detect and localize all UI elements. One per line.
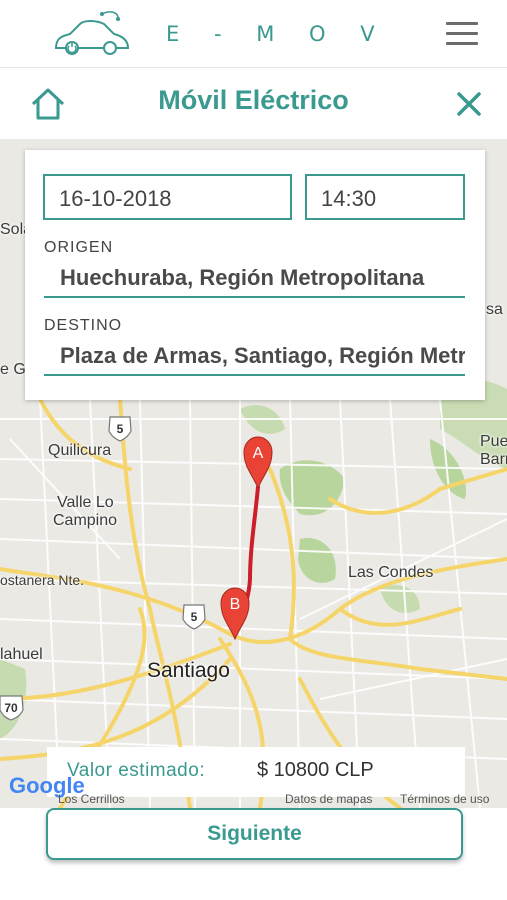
- destination-input[interactable]: Plaza de Armas, Santiago, Región Metropo…: [44, 336, 465, 376]
- map-attribution-data[interactable]: Datos de mapas: [285, 792, 372, 806]
- map-label: ostanera Nte.: [0, 572, 85, 588]
- origin-input[interactable]: Huechuraba, Región Metropolitana: [44, 258, 465, 298]
- page-title: Móvil Eléctrico: [158, 85, 349, 115]
- map-label: Quilicura: [48, 442, 112, 459]
- brand-name: E - M O V: [166, 22, 389, 46]
- destination-label: DESTINO: [44, 317, 123, 334]
- trip-form: 16-10-2018 14:30 ORIGEN Huechuraba, Regi…: [25, 150, 485, 400]
- map-label: e G: [0, 361, 26, 378]
- estimate-label: Valor estimado:: [67, 760, 206, 781]
- close-icon[interactable]: [452, 87, 486, 121]
- estimate-bar: Valor estimado: $ 10800 CLP: [47, 747, 465, 797]
- electric-car-icon: [54, 11, 130, 55]
- svg-text:5: 5: [117, 422, 124, 436]
- map-attribution-terms[interactable]: Términos de uso: [400, 792, 489, 806]
- map-label: sa: [486, 301, 503, 318]
- origin-label: ORIGEN: [44, 239, 114, 256]
- svg-text:5: 5: [191, 610, 198, 624]
- map-label-city: Santiago: [147, 659, 230, 682]
- hamburger-menu-icon[interactable]: [446, 22, 480, 48]
- map-label: lahuel: [0, 646, 43, 663]
- map-label: Valle Lo: [57, 494, 114, 511]
- svg-text:A: A: [253, 445, 264, 462]
- svg-text:70: 70: [4, 701, 18, 715]
- map-attribution-place: Los Cerrillos: [58, 792, 125, 806]
- time-input[interactable]: 14:30: [305, 174, 465, 220]
- title-bar: Móvil Eléctrico: [0, 69, 507, 139]
- svg-text:B: B: [230, 596, 241, 613]
- estimate-value: $ 10800 CLP: [257, 759, 374, 781]
- map-label: Barr: [480, 451, 507, 468]
- map-label: Campino: [53, 512, 118, 529]
- next-button[interactable]: Siguiente: [46, 808, 463, 860]
- map-label: Pue: [480, 433, 507, 450]
- map-label: Las Condes: [348, 564, 434, 581]
- app-header: E - M O V: [0, 0, 507, 68]
- date-input[interactable]: 16-10-2018: [43, 174, 292, 220]
